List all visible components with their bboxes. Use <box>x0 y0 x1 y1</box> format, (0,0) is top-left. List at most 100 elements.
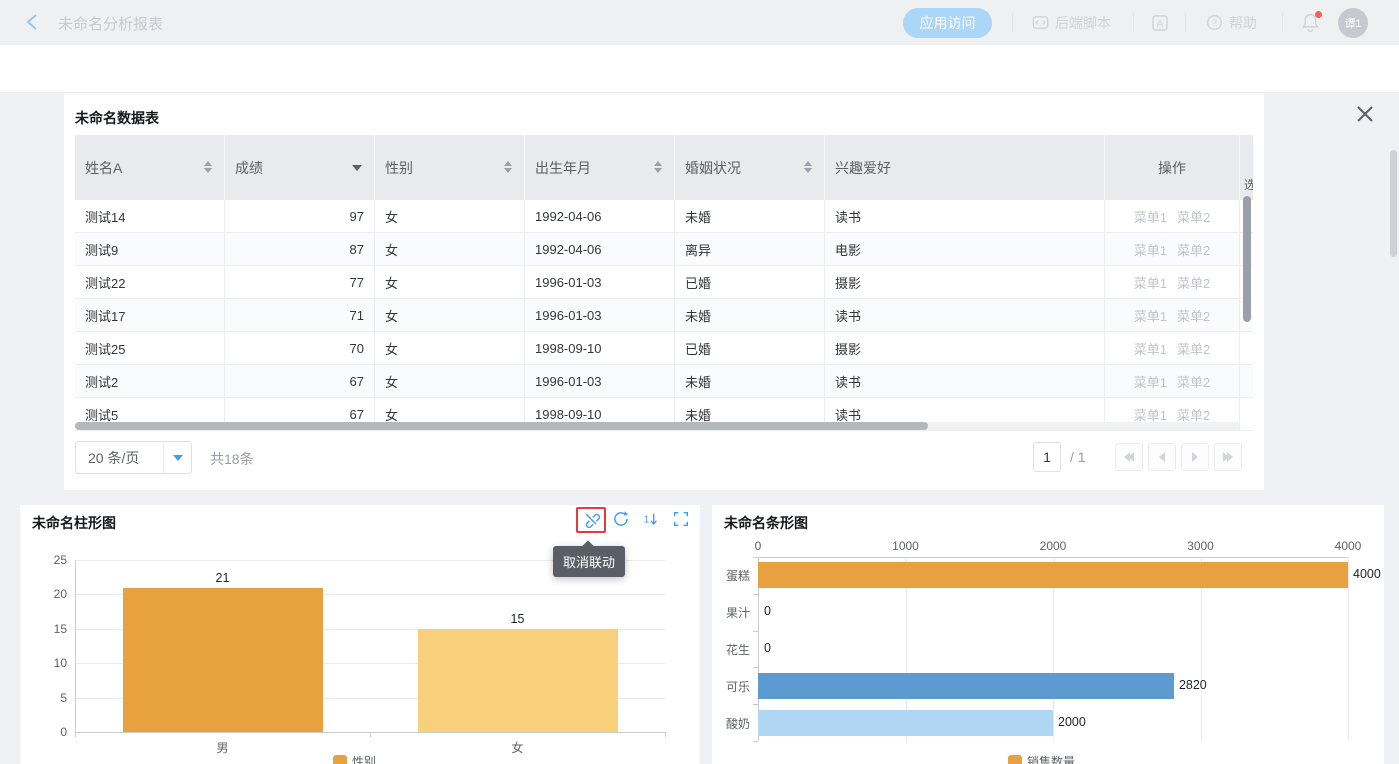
column-header-3[interactable]: 性别 <box>375 135 525 200</box>
divider <box>1133 13 1134 32</box>
table-cell: 1992-04-06 <box>525 233 675 266</box>
page-number-input[interactable] <box>1033 442 1061 472</box>
horizontal-scrollbar[interactable] <box>75 422 928 430</box>
bar-酸奶[interactable] <box>758 710 1053 736</box>
table-row[interactable]: 测试267女1996-01-03未婚读书菜单1菜单2 <box>75 365 1253 398</box>
table-cell: 87 <box>225 233 375 266</box>
report-preview-page: 未命名分析报表 应用访问 后端脚本 A ? 帮助 <box>0 0 1399 764</box>
column-label: 婚姻状况 <box>685 158 741 178</box>
divider <box>1185 13 1186 32</box>
column-header-1[interactable]: 姓名A <box>75 135 225 200</box>
sort-icons[interactable] <box>654 161 662 173</box>
sort-icons[interactable] <box>804 161 812 173</box>
next-page-button[interactable] <box>1181 443 1209 471</box>
vertical-scrollbar[interactable] <box>1243 196 1251 322</box>
table-cell: 摄影 <box>825 332 1105 365</box>
bar-chart-card: 未命名柱形图 1 取消联动 051015202521男15女 <box>20 505 700 764</box>
row-action-link[interactable]: 菜单1 <box>1134 273 1167 292</box>
bar-男[interactable] <box>123 588 323 732</box>
y-tick <box>753 704 758 705</box>
sort-icons[interactable] <box>204 161 212 173</box>
fullscreen-icon[interactable] <box>672 510 690 528</box>
table-cell: 测试2 <box>75 365 225 398</box>
y-tick-label: 15 <box>35 622 67 636</box>
column-header-4[interactable]: 出生年月 <box>525 135 675 200</box>
avatar[interactable]: 谭1 <box>1338 8 1368 38</box>
table-cell: 测试17 <box>75 299 225 332</box>
row-action-link[interactable]: 菜单2 <box>1177 273 1210 292</box>
table-row[interactable]: 测试987女1992-04-06离异电影菜单1菜单2 <box>75 233 1253 266</box>
row-action-link[interactable]: 菜单2 <box>1177 207 1210 226</box>
row-action-link[interactable]: 菜单2 <box>1177 240 1210 259</box>
bar-value: 0 <box>764 604 771 618</box>
table-cell: 71 <box>225 299 375 332</box>
table-cell: 77 <box>225 266 375 299</box>
page-scrollbar[interactable] <box>1390 150 1397 257</box>
y-category-label: 果汁 <box>714 604 750 621</box>
row-action-link[interactable]: 菜单1 <box>1134 372 1167 391</box>
prev-page-button[interactable] <box>1148 443 1176 471</box>
back-icon[interactable] <box>24 12 44 32</box>
row-action-link[interactable]: 菜单1 <box>1134 240 1167 259</box>
app-access-button[interactable]: 应用访问 <box>903 8 992 38</box>
column-label: 姓名A <box>85 158 122 178</box>
total-pages-label: / 1 <box>1070 449 1086 465</box>
y-tick-label: 20 <box>35 587 67 601</box>
table-row[interactable]: 测试1497女1992-04-06未婚读书菜单1菜单2 <box>75 200 1253 233</box>
double-right-icon <box>1224 452 1232 462</box>
table-row[interactable]: 测试1771女1996-01-03未婚读书菜单1菜单2 <box>75 299 1253 332</box>
row-action-link[interactable]: 菜单1 <box>1134 306 1167 325</box>
sort-desc-icon[interactable] <box>352 165 362 171</box>
row-action-link[interactable]: 菜单1 <box>1134 207 1167 226</box>
y-category-label: 酸奶 <box>714 715 750 732</box>
hbar-chart-card: 未命名条形图 010002000300040004000蛋糕0果汁0花生2820… <box>712 505 1384 764</box>
page-size-select[interactable]: 20 条/页 <box>75 441 192 474</box>
actions-cell: 菜单1 菜单2 <box>1105 233 1240 266</box>
table-cell: 67 <box>225 365 375 398</box>
table-cell: 测试22 <box>75 266 225 299</box>
table-row[interactable]: 测试2277女1996-01-03已婚摄影菜单1菜单2 <box>75 266 1253 299</box>
refresh-icon[interactable] <box>612 510 630 528</box>
column-header-5[interactable]: 婚姻状况 <box>675 135 825 200</box>
table-row[interactable]: 测试2570女1998-09-10已婚摄影菜单1菜单2 <box>75 332 1253 365</box>
table-cell: 1998-09-10 <box>525 332 675 365</box>
x-category-label: 女 <box>498 739 538 756</box>
row-action-link[interactable]: 菜单1 <box>1134 339 1167 358</box>
row-action-link[interactable]: 菜单2 <box>1177 339 1210 358</box>
table-cell: 女 <box>375 299 525 332</box>
sort-icons[interactable] <box>504 161 512 173</box>
first-page-button[interactable] <box>1115 443 1143 471</box>
backend-script-button[interactable]: 后端脚本 <box>1032 0 1111 45</box>
svg-text:?: ? <box>1212 18 1217 29</box>
table-cell: 测试14 <box>75 200 225 233</box>
y-tick <box>753 741 758 742</box>
y-tick <box>753 557 758 558</box>
actions-cell: 菜单1 菜单2 <box>1105 299 1240 332</box>
table-cell: 读书 <box>825 299 1105 332</box>
cancel-linkage-icon[interactable] <box>582 510 600 528</box>
app-topbar: 未命名分析报表 应用访问 后端脚本 A ? 帮助 <box>0 0 1399 45</box>
table-header: 姓名A成绩性别出生年月婚姻状况兴趣爱好操作 <box>75 135 1253 200</box>
variables-button[interactable]: A <box>1150 0 1170 45</box>
bar-value: 0 <box>764 641 771 655</box>
help-button[interactable]: ? 帮助 <box>1206 0 1257 45</box>
actions-cell: 菜单1 菜单2 <box>1105 200 1240 233</box>
close-icon[interactable] <box>1354 103 1376 125</box>
data-table-card: 未命名数据表 姓名A成绩性别出生年月婚姻状况兴趣爱好操作 选 测试1497女19… <box>64 93 1264 490</box>
legend-swatch <box>1008 755 1022 764</box>
table-cell: 女 <box>375 332 525 365</box>
chevron-down-icon <box>173 455 183 461</box>
bar-可乐[interactable] <box>758 673 1174 699</box>
bar-女[interactable] <box>418 629 618 732</box>
bar-蛋糕[interactable] <box>758 562 1348 588</box>
sort-icon[interactable]: 1 <box>642 510 660 528</box>
bar-chart-legend[interactable]: 性别 <box>333 753 376 764</box>
last-page-button[interactable] <box>1214 443 1242 471</box>
column-header-2[interactable]: 成绩 <box>225 135 375 200</box>
hbar-chart-legend[interactable]: 销售数量 <box>1008 753 1075 764</box>
row-action-link[interactable]: 菜单2 <box>1177 372 1210 391</box>
x-category-label: 男 <box>203 739 243 756</box>
row-action-link[interactable]: 菜单2 <box>1177 306 1210 325</box>
table-cell: 97 <box>225 200 375 233</box>
clipped-column-header: 选 <box>1244 176 1253 192</box>
